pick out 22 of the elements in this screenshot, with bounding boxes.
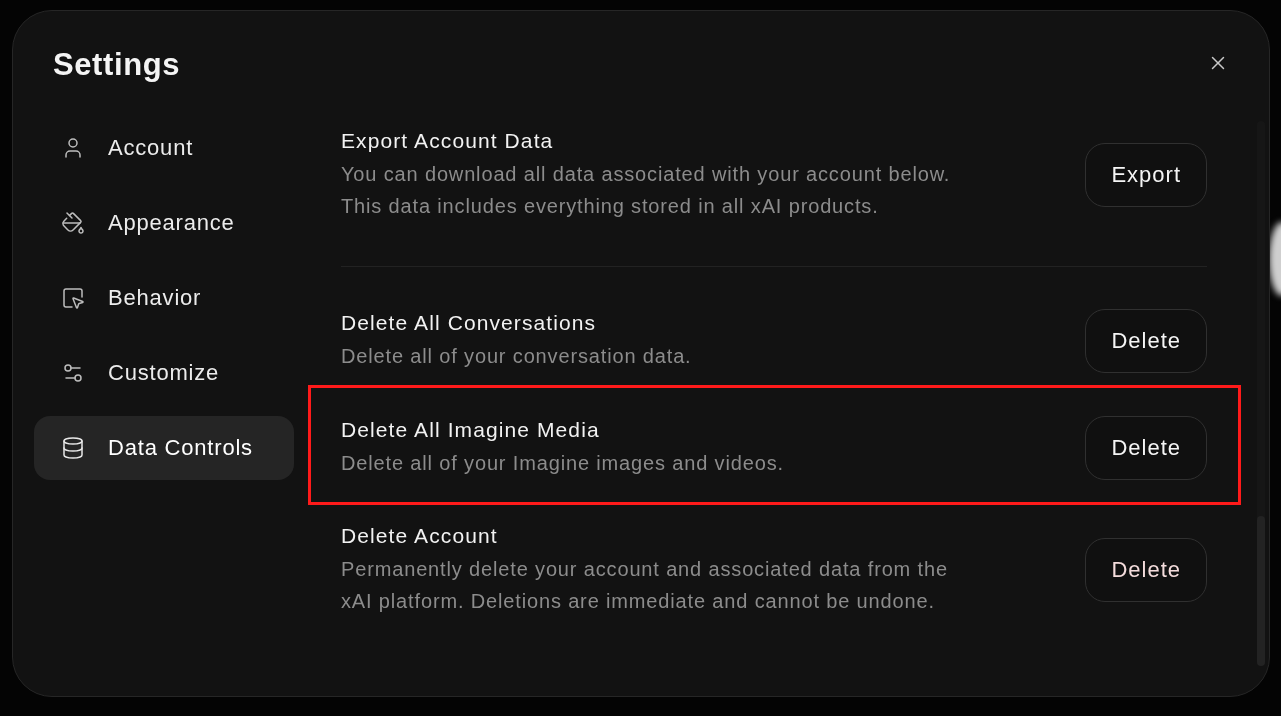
sidebar-item[interactable]: Account [34,116,294,180]
pointer-square-icon [61,286,85,310]
sidebar-item[interactable]: Behavior [34,266,294,330]
setting-title: Export Account Data [341,128,555,154]
setting-title: Delete Account [341,523,499,549]
sidebar-item[interactable]: Data Controls [34,416,294,480]
sliders-icon [61,361,85,385]
setting-description: Delete all of your conversation data. [341,344,692,369]
action-button[interactable]: Delete [1085,416,1207,480]
sidebar-item[interactable]: Customize [34,341,294,405]
setting-description: Permanently delete your account and associated data from the xAI platform. Deletions are immediate and cannot be undone. [341,557,949,614]
danger-button[interactable]: Delete [1085,538,1207,602]
action-button[interactable]: Delete [1085,309,1207,373]
paint-bucket-icon [61,211,85,235]
action-button[interactable]: Export [1085,143,1207,207]
setting-title: Delete All Imagine Media [341,417,601,443]
setting-description: Delete all of your Imagine images and videos. [341,451,784,476]
dialog-title: Settings [53,46,181,84]
sidebar-item[interactable]: Appearance [34,191,294,255]
database-icon [61,436,85,460]
setting-title: Delete All Conversations [341,310,598,336]
setting-description: You can download all data associated with your account below. This data includes everything stored in all xAI products. [341,162,952,219]
